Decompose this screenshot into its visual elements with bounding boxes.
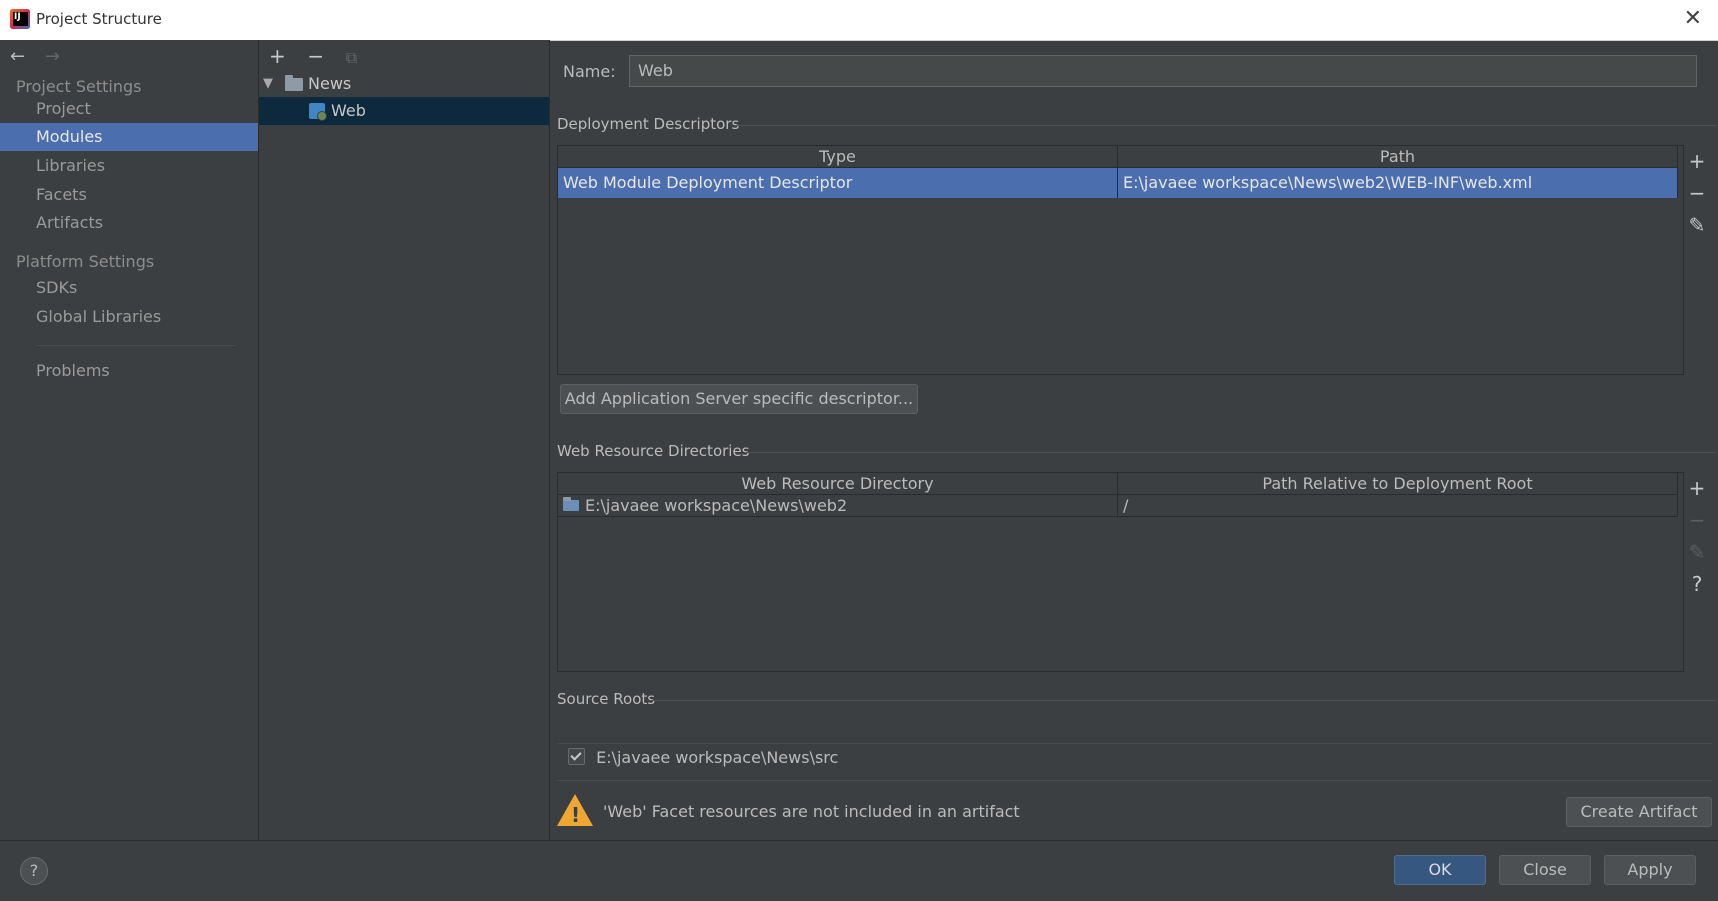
forward-arrow-icon[interactable]: → — [45, 46, 60, 67]
module-folder-icon — [285, 75, 303, 91]
add-icon[interactable]: + — [269, 44, 301, 68]
create-artifact-button[interactable]: Create Artifact — [1566, 797, 1712, 827]
table-row[interactable]: E:\javaee workspace\News\web2 / — [558, 495, 1683, 517]
sidebar-item-problems[interactable]: Problems — [0, 357, 258, 385]
section-divider — [650, 700, 1716, 701]
source-root-checkbox[interactable] — [568, 748, 585, 765]
edit-icon[interactable]: ✎ — [1682, 536, 1712, 568]
source-roots-box-bottom — [557, 780, 1712, 781]
column-header-web-resource-directory[interactable]: Web Resource Directory — [558, 473, 1118, 495]
column-header-path-relative[interactable]: Path Relative to Deployment Root — [1118, 473, 1678, 495]
web-resource-directories-table: Web Resource Directory Path Relative to … — [557, 472, 1684, 672]
web-folder-icon — [563, 497, 579, 511]
section-divider — [736, 125, 1716, 126]
source-roots-box-top — [557, 743, 1712, 744]
source-root-path: E:\javaee workspace\News\src — [596, 748, 839, 767]
web-resource-directories-title: Web Resource Directories — [557, 442, 750, 460]
history-nav: ← → — [10, 46, 74, 67]
deployment-descriptors-title: Deployment Descriptors — [557, 115, 740, 133]
table-header: Web Resource Directory Path Relative to … — [558, 473, 1683, 495]
platform-settings-header: Platform Settings — [16, 252, 155, 271]
project-structure-dialog: IJ Project Structure ✕ ← → Project Setti… — [0, 0, 1718, 901]
apply-button[interactable]: Apply — [1604, 855, 1696, 885]
add-icon[interactable]: + — [1682, 145, 1712, 177]
sidebar-item-artifacts[interactable]: Artifacts — [0, 209, 258, 237]
name-label: Name: — [563, 62, 616, 81]
name-input[interactable]: Web — [629, 55, 1697, 87]
path-relative-cell: / — [1118, 495, 1678, 517]
tree-node-news[interactable]: ▼ News — [259, 70, 549, 98]
column-header-path[interactable]: Path — [1118, 146, 1678, 168]
tree-node-label: Web — [331, 101, 366, 120]
help-icon[interactable]: ? — [1682, 568, 1712, 600]
close-button[interactable]: Close — [1499, 855, 1591, 885]
source-roots-title: Source Roots — [557, 690, 656, 708]
deployment-descriptors-table: Type Path Web Module Deployment Descript… — [557, 145, 1684, 375]
settings-sidebar: ← → Project Settings Project Modules Lib… — [0, 40, 259, 840]
tree-node-web[interactable]: Web — [259, 97, 549, 125]
expand-arrow-icon[interactable]: ▼ — [263, 70, 273, 98]
ok-button[interactable]: OK — [1394, 855, 1486, 885]
descriptor-type-cell: Web Module Deployment Descriptor — [558, 168, 1118, 198]
title-bar: IJ Project Structure ✕ — [0, 0, 1718, 41]
dialog-footer: ? OK Close Apply — [0, 840, 1718, 901]
sidebar-divider — [36, 345, 236, 346]
intellij-app-icon: IJ — [10, 9, 30, 29]
project-settings-header: Project Settings — [16, 77, 142, 96]
sidebar-item-sdks[interactable]: SDKs — [0, 274, 258, 302]
table-header: Type Path — [558, 146, 1683, 168]
copy-icon[interactable]: ⧉ — [346, 48, 378, 68]
web-resource-dir-path: E:\javaee workspace\News\web2 — [585, 496, 848, 515]
sidebar-item-project[interactable]: Project — [0, 95, 258, 123]
facet-editor: Name: Web Deployment Descriptors Type Pa… — [550, 40, 1718, 840]
sidebar-item-modules[interactable]: Modules — [0, 123, 258, 151]
remove-icon[interactable]: − — [307, 44, 339, 68]
descriptor-path-cell: E:\javaee workspace\News\web2\WEB-INF\we… — [1118, 168, 1678, 198]
remove-icon[interactable]: − — [1682, 504, 1712, 536]
tree-toolbar: + − ⧉ — [269, 44, 378, 68]
warning-icon: ! — [557, 794, 593, 827]
add-server-descriptor-button[interactable]: Add Application Server specific descript… — [560, 384, 918, 414]
table-row[interactable]: Web Module Deployment Descriptor E:\java… — [558, 168, 1683, 198]
close-icon[interactable]: ✕ — [1684, 6, 1702, 31]
web-facet-icon — [309, 103, 327, 121]
sidebar-item-facets[interactable]: Facets — [0, 181, 258, 209]
window-title: Project Structure — [36, 10, 162, 28]
column-header-type[interactable]: Type — [558, 146, 1118, 168]
module-tree-panel: + − ⧉ ▼ News Web — [259, 40, 550, 840]
back-arrow-icon[interactable]: ← — [10, 46, 25, 67]
source-root-item[interactable]: E:\javaee workspace\News\src — [568, 748, 838, 767]
add-icon[interactable]: + — [1682, 472, 1712, 504]
help-icon[interactable]: ? — [20, 857, 48, 885]
web-resource-dir-cell: E:\javaee workspace\News\web2 — [558, 495, 1118, 517]
resource-dirs-table-toolbar: + − ✎ ? — [1682, 472, 1712, 600]
remove-icon[interactable]: − — [1682, 177, 1712, 209]
warning-text: 'Web' Facet resources are not included i… — [603, 802, 1020, 821]
sidebar-item-libraries[interactable]: Libraries — [0, 152, 258, 180]
edit-icon[interactable]: ✎ — [1682, 209, 1712, 241]
tree-node-label: News — [308, 74, 352, 93]
section-divider — [746, 452, 1716, 453]
descriptors-table-toolbar: + − ✎ — [1682, 145, 1712, 241]
sidebar-item-global-libraries[interactable]: Global Libraries — [0, 303, 258, 331]
